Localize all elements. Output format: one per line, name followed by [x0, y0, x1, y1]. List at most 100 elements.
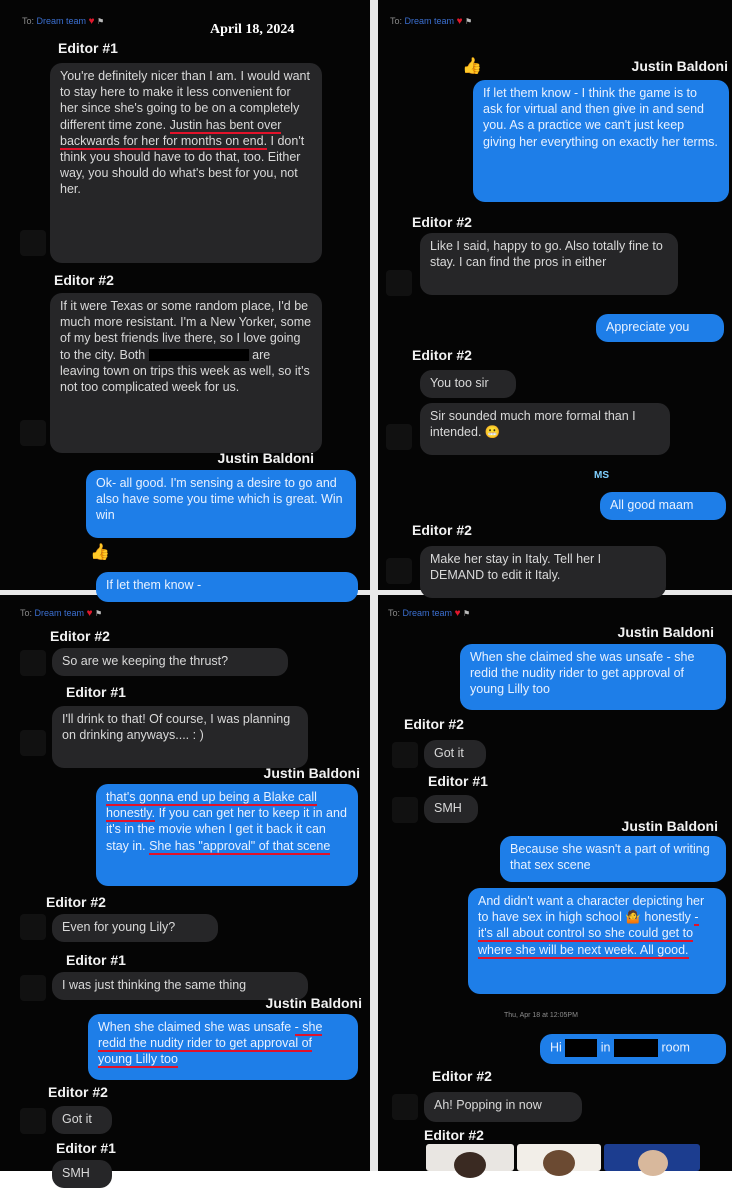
message-text: If let them know - [106, 578, 202, 592]
face-image [638, 1150, 668, 1176]
redaction-box [565, 1039, 598, 1057]
message-text: Appreciate you [606, 320, 690, 334]
avatar [20, 914, 46, 940]
sender-name: Editor #1 [428, 773, 488, 789]
message-text: When she claimed she was unsafe - she re… [470, 650, 695, 697]
message-text: Got it [62, 1112, 92, 1126]
face-image [454, 1152, 486, 1178]
group-name[interactable]: Dream team [403, 608, 453, 618]
sender-name: Justin Baldoni [617, 624, 714, 640]
avatar [392, 1094, 418, 1120]
avatar [386, 424, 412, 450]
face-image [543, 1150, 575, 1176]
message-bubble: If it were Texas or some random place, I… [50, 293, 322, 453]
redaction-box [614, 1039, 658, 1057]
sender-name: Editor #2 [412, 347, 472, 363]
heart-icon: ♥ [454, 608, 461, 619]
conversation-header[interactable]: To: Dream team ♥ ⚑ [388, 608, 470, 619]
group-name[interactable]: Dream team [35, 608, 85, 618]
message-text: Make her stay in Italy. Tell her I DEMAN… [430, 552, 602, 583]
timestamp: Thu, Apr 18 at 12:05PM [504, 1012, 578, 1019]
avatar [392, 797, 418, 823]
message-text: Ok- all good. I'm sensing a desire to go… [96, 476, 343, 523]
sender-name: Editor #1 [66, 684, 126, 700]
message-bubble: So are we keeping the thrust? [52, 648, 288, 676]
heart-icon: ♥ [88, 16, 95, 27]
redaction-box [148, 349, 249, 362]
sender-name: Editor #1 [56, 1140, 116, 1156]
flag-icon: ⚑ [97, 17, 105, 26]
group-name[interactable]: Dream team [37, 16, 87, 26]
avatar [20, 730, 46, 756]
message-text: Hi [550, 1040, 562, 1055]
message-text: When she claimed she was unsafe [98, 1020, 295, 1034]
sender-name: Justin Baldoni [631, 58, 728, 74]
conversation-header[interactable]: To: Dream team ♥ ⚑ [22, 16, 104, 27]
avatar [20, 1108, 46, 1134]
heart-icon: ♥ [456, 16, 463, 27]
avatar [20, 420, 46, 446]
to-label: To: [390, 16, 403, 26]
message-text: Because she wasn't a part of writing tha… [510, 842, 710, 873]
message-text: in [600, 1040, 611, 1055]
message-text: Got it [434, 746, 464, 760]
message-bubble: Got it [52, 1106, 112, 1134]
message-bubble: Hi in room [540, 1034, 726, 1064]
sender-name: Editor #2 [412, 522, 472, 538]
flag-icon: ⚑ [463, 609, 471, 618]
message-bubble: SMH [424, 795, 478, 823]
message-bubble: If let them know - [96, 572, 358, 602]
group-name[interactable]: Dream team [405, 16, 455, 26]
message-bubble: Ah! Popping in now [424, 1092, 582, 1122]
message-text: You too sir [430, 376, 489, 390]
message-bubble: I'll drink to that! Of course, I was pla… [52, 706, 308, 768]
message-text: Even for young Lily? [62, 920, 176, 934]
avatar [20, 650, 46, 676]
message-bubble: Appreciate you [596, 314, 724, 342]
message-bubble: SMH [52, 1160, 112, 1188]
sender-name: Editor #2 [404, 716, 464, 732]
flag-icon: ⚑ [95, 609, 103, 618]
message-bubble: Like I said, happy to go. Also totally f… [420, 233, 678, 295]
avatar [386, 558, 412, 584]
message-bubble: Because she wasn't a part of writing tha… [500, 836, 726, 882]
conversation-header[interactable]: To: Dream team ♥ ⚑ [20, 608, 102, 619]
divider-vertical [370, 0, 378, 1171]
message-bubble: And didn't want a character depicting he… [468, 888, 726, 994]
message-text: I'll drink to that! Of course, I was pla… [62, 712, 291, 743]
message-text: All good maam [610, 498, 694, 512]
message-bubble: Make her stay in Italy. Tell her I DEMAN… [420, 546, 666, 598]
message-bubble: If let them know - I think the game is t… [473, 80, 729, 202]
sender-name: Editor #2 [48, 1084, 108, 1100]
thumbs-up-icon: 👍 [462, 58, 482, 75]
sender-name: Editor #1 [58, 40, 118, 56]
sender-name: Justin Baldoni [265, 995, 362, 1011]
sender-name: Editor #2 [412, 214, 472, 230]
avatar [386, 270, 412, 296]
photo-thumbnail[interactable] [517, 1144, 601, 1176]
message-text: SMH [434, 801, 462, 815]
message-text: Sir sounded much more formal than I inte… [430, 409, 636, 440]
sender-name: Justin Baldoni [217, 450, 314, 466]
to-label: To: [22, 16, 35, 26]
sender-name: Justin Baldoni [621, 818, 718, 834]
conversation-header[interactable]: To: Dream team ♥ ⚑ [390, 16, 472, 27]
message-bubble: When she claimed she was unsafe - she re… [460, 644, 726, 710]
photo-thumbnail[interactable] [426, 1144, 514, 1178]
message-bubble: Ok- all good. I'm sensing a desire to go… [86, 470, 356, 538]
heart-icon: ♥ [86, 608, 93, 619]
avatar [20, 975, 46, 1001]
photo-thumbnail[interactable] [604, 1144, 700, 1176]
message-bubble: Even for young Lily? [52, 914, 218, 942]
message-text: If let them know - I think the game is t… [483, 86, 718, 149]
date-caption: April 18, 2024 [210, 22, 295, 37]
message-bubble: that's gonna end up being a Blake call h… [96, 784, 358, 886]
thumbs-up-icon: 👍 [90, 544, 110, 561]
message-text: So are we keeping the thrust? [62, 654, 229, 668]
sender-name: Editor #1 [66, 952, 126, 968]
message-text: I was just thinking the same thing [62, 978, 247, 992]
message-bubble: When she claimed she was unsafe - she re… [88, 1014, 358, 1080]
to-label: To: [388, 608, 401, 618]
message-bubble: You're definitely nicer than I am. I wou… [50, 63, 322, 263]
sender-name: Editor #2 [424, 1127, 484, 1143]
